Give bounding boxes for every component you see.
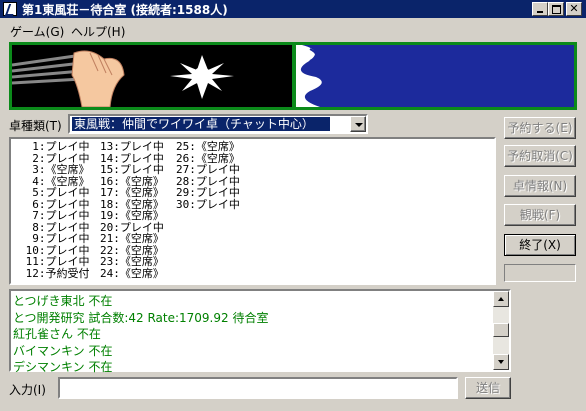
scroll-thumb[interactable]	[493, 323, 509, 337]
maximize-icon	[552, 5, 561, 14]
table-list-column-3[interactable]: 25:《空席》 26:《空席》 27:プレイ中 28:プレイ中 29:プレイ中 …	[176, 141, 240, 210]
log-line: とつげき東北 不在	[13, 294, 113, 308]
title-bar[interactable]: 第1東風荘－待合室 (接続者:1588人) ✕	[0, 0, 586, 18]
menu-bar: ゲーム(G) ヘルプ(H)	[0, 20, 586, 39]
watch-button[interactable]: 観戦(F)	[504, 204, 576, 226]
log-line: 紅孔雀さん 不在	[13, 327, 101, 341]
table-list-column-1[interactable]: 1:プレイ中 2:プレイ中 3:《空席》 4:《空席》 5:プレイ中 6:プレイ…	[19, 141, 90, 279]
close-button[interactable]: ✕	[566, 2, 582, 16]
chat-input[interactable]	[58, 377, 458, 399]
log-line: とつ開発研究 試合数:42 Rate:1709.92 待合室	[13, 310, 269, 325]
reserve-button[interactable]: 予約する(E)	[504, 117, 576, 139]
quit-button[interactable]: 終了(X)	[504, 234, 576, 256]
maximize-button[interactable]	[548, 2, 564, 16]
table-list-column-2[interactable]: 13:プレイ中 14:プレイ中 15:プレイ中 16:《空席》 17:《空席》 …	[100, 141, 164, 279]
table-type-label: 卓種類(T)	[9, 119, 62, 133]
table-type-select[interactable]: 東風戦：仲間でワイワイ卓（チャット中心）	[68, 114, 368, 134]
chevron-down-icon[interactable]	[350, 116, 366, 132]
scroll-down-button[interactable]	[493, 354, 509, 370]
banner-image-blue	[296, 45, 574, 107]
cancel-reservation-button[interactable]: 予約取消(C)	[504, 145, 576, 167]
banner-image-hand	[12, 45, 292, 107]
hand-tiles-illustration	[12, 45, 292, 107]
close-icon: ✕	[569, 2, 579, 15]
menu-help[interactable]: ヘルプ(H)	[71, 23, 125, 40]
chat-log[interactable]: とつげき東北 不在 とつ開発研究 試合数:42 Rate:1709.92 待合室…	[9, 289, 511, 374]
log-line: デシマンキン 不在	[13, 360, 113, 374]
table-list[interactable]: 1:プレイ中 2:プレイ中 3:《空席》 4:《空席》 5:プレイ中 6:プレイ…	[9, 137, 496, 285]
app-icon[interactable]	[3, 2, 17, 16]
chat-log-lines: とつげき東北 不在 とつ開発研究 試合数:42 Rate:1709.92 待合室…	[13, 293, 491, 376]
banner	[9, 42, 577, 110]
menu-game[interactable]: ゲーム(G)	[10, 23, 64, 40]
scroll-up-button[interactable]	[493, 291, 509, 307]
log-scrollbar[interactable]	[493, 291, 509, 370]
window-title: 第1東風荘－待合室 (接続者:1588人)	[22, 3, 228, 17]
dragon-swirl-illustration	[296, 45, 574, 107]
minimize-button[interactable]	[532, 2, 548, 16]
table-info-button[interactable]: 卓情報(N)	[504, 175, 576, 197]
arrow-up-icon	[498, 297, 504, 301]
table-type-value: 東風戦：仲間でワイワイ卓（チャット中心）	[72, 117, 330, 131]
status-box	[504, 264, 576, 282]
arrow-down-icon	[498, 360, 504, 364]
input-label: 入力(I)	[9, 383, 46, 397]
send-button[interactable]: 送信	[465, 377, 511, 399]
log-line: バイマンキン 不在	[13, 343, 113, 358]
minimize-icon	[537, 11, 543, 13]
